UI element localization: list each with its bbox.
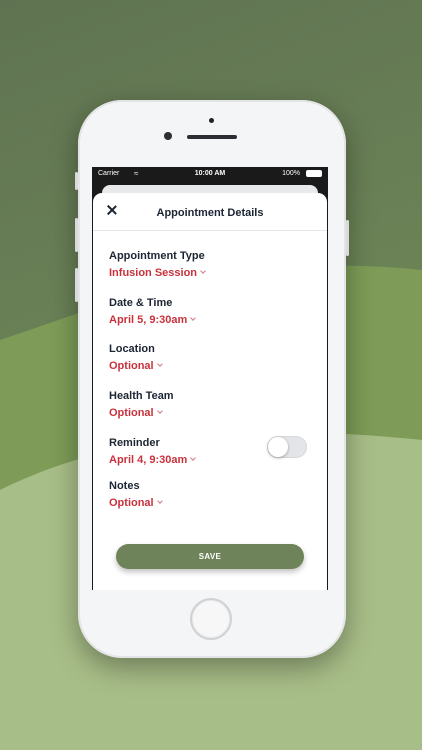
volume-up-button xyxy=(75,218,78,252)
status-bar: Carrier ≈ 10:00 AM 100% xyxy=(92,167,328,181)
field-appointment-type[interactable]: Appointment Type Infusion Session xyxy=(109,249,309,281)
page-title: Appointment Details xyxy=(156,207,264,219)
chevron-down-icon xyxy=(190,455,197,461)
phone-screen: Carrier ≈ 10:00 AM 100% Appointment Deta… xyxy=(92,167,328,590)
field-value: Optional xyxy=(109,497,154,509)
battery-icon xyxy=(306,170,322,177)
health-team-dropdown[interactable]: Optional xyxy=(109,403,309,421)
mute-switch xyxy=(75,172,78,190)
field-value: April 4, 9:30am xyxy=(109,454,188,466)
field-location[interactable]: Location Optional xyxy=(109,342,309,374)
field-label: Health Team xyxy=(109,390,174,402)
notes-dropdown[interactable]: Optional xyxy=(109,493,309,511)
chevron-down-icon xyxy=(156,361,163,367)
field-label: Appointment Type xyxy=(109,250,205,262)
field-value: Infusion Session xyxy=(109,267,198,279)
reminder-toggle[interactable] xyxy=(267,436,307,458)
phone-frame: Carrier ≈ 10:00 AM 100% Appointment Deta… xyxy=(75,100,349,658)
toggle-knob xyxy=(268,437,288,457)
speaker-grille xyxy=(187,135,237,139)
save-button[interactable]: SAVE xyxy=(116,544,304,569)
chevron-down-icon xyxy=(190,315,197,321)
power-button xyxy=(346,220,349,256)
volume-down-button xyxy=(75,268,78,302)
chevron-down-icon xyxy=(200,268,206,274)
field-value: April 5, 9:30am xyxy=(109,314,188,326)
front-camera xyxy=(164,132,172,140)
field-health-team[interactable]: Health Team Optional xyxy=(109,389,309,421)
chevron-down-icon xyxy=(156,498,163,504)
appointment-type-dropdown[interactable]: Infusion Session xyxy=(109,263,309,281)
sheet-header: Appointment Details xyxy=(93,193,327,231)
field-date-time[interactable]: Date & Time April 5, 9:30am xyxy=(109,296,309,328)
date-time-dropdown[interactable]: April 5, 9:30am xyxy=(109,310,309,328)
field-label: Notes xyxy=(109,480,140,492)
field-notes[interactable]: Notes Optional xyxy=(109,479,309,511)
field-label: Location xyxy=(109,343,155,355)
chevron-down-icon xyxy=(156,408,163,414)
location-dropdown[interactable]: Optional xyxy=(109,356,309,374)
battery-percent: 100% xyxy=(282,170,300,177)
field-value: Optional xyxy=(109,407,154,419)
home-button[interactable] xyxy=(190,598,232,640)
field-label: Date & Time xyxy=(109,297,173,309)
field-value: Optional xyxy=(109,360,154,372)
appointment-details-sheet: Appointment Details Appointment Type Inf… xyxy=(93,193,327,590)
sensor-dot xyxy=(209,118,214,123)
